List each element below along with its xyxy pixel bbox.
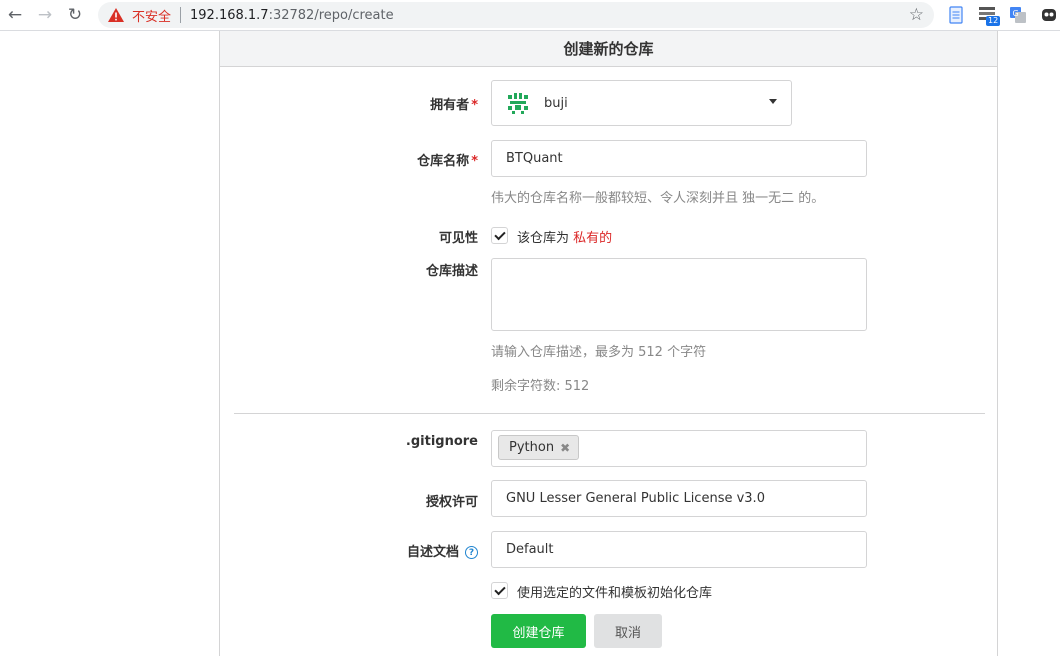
repo-name-input[interactable]: BTQuant [491, 140, 867, 177]
owner-name: buji [544, 95, 568, 111]
reload-icon[interactable]: ↻ [64, 4, 86, 26]
visibility-label: 可见性 [438, 231, 478, 246]
document-extension-icon[interactable] [947, 6, 965, 24]
svg-text:G: G [1013, 9, 1019, 18]
owner-label: 拥有者 * [220, 94, 478, 113]
address-bar[interactable]: 不安全 192.168.1.7:32782/repo/create ☆ [98, 2, 934, 28]
auto-init-label[interactable]: 使用选定的文件和模板初始化仓库 [517, 582, 712, 601]
cancel-button[interactable]: 取消 [594, 614, 662, 648]
license-label: 授权许可 [425, 495, 478, 510]
translate-extension-icon[interactable]: G [1009, 6, 1027, 24]
gitignore-select[interactable]: Python ✖ [491, 430, 867, 467]
divider [234, 413, 985, 414]
remaining-chars: 剩余字符数: 512 [491, 379, 590, 394]
forward-arrow-icon[interactable]: → [34, 4, 56, 26]
description-label: 仓库描述 [425, 264, 478, 279]
extension-badge-icon[interactable]: 12 [978, 6, 1001, 26]
create-repo-button[interactable]: 创建仓库 [491, 614, 586, 648]
license-select[interactable]: GNU Lesser General Public License v3.0 [491, 480, 867, 517]
create-repo-panel: 创建新的仓库 拥有者 * buji 仓库名称 * BTQuant 伟大的仓库名称一般… [219, 31, 998, 656]
private-checkbox-label[interactable]: 该仓库为 私有的 [517, 227, 612, 246]
bookmark-star-icon[interactable]: ☆ [909, 5, 924, 25]
gitignore-chip: Python ✖ [498, 435, 580, 460]
repo-name-help: 伟大的仓库名称一般都较短、令人深刻并且 独一无二 的。 [491, 191, 825, 206]
page-title: 创建新的仓库 [220, 31, 997, 67]
remove-chip-icon[interactable]: ✖ [560, 441, 570, 455]
extension-badge-count: 12 [986, 16, 1001, 26]
description-textarea[interactable] [491, 258, 867, 331]
back-arrow-icon[interactable]: ← [4, 4, 26, 26]
url-host: 192.168.1.7 [190, 7, 269, 23]
gitignore-chip-label: Python [509, 440, 555, 455]
visibility-text: 该仓库为 [517, 231, 574, 246]
check-icon [493, 228, 506, 240]
private-checkbox[interactable] [491, 227, 508, 244]
owner-label-text: 拥有者 [430, 98, 470, 113]
required-asterisk: * [471, 98, 478, 113]
readme-label: 自述文档? [220, 541, 478, 560]
separator [180, 7, 182, 23]
readme-select[interactable]: Default [491, 531, 867, 568]
private-text: 私有的 [573, 231, 613, 246]
browser-toolbar: ← → ↻ 不安全 192.168.1.7:32782/repo/create … [0, 0, 1060, 31]
check-icon [493, 583, 506, 595]
help-circle-icon[interactable]: ? [465, 546, 478, 559]
warning-triangle-icon [108, 8, 124, 22]
repo-name-label: 仓库名称 * [220, 150, 478, 169]
avatar [506, 91, 530, 115]
owner-dropdown[interactable]: buji [491, 80, 792, 126]
gitignore-label: .gitignore [405, 434, 478, 449]
security-warning[interactable]: 不安全 [132, 6, 171, 25]
auto-init-checkbox[interactable] [491, 582, 508, 599]
description-help: 请输入仓库描述，最多为 512 个字符 [491, 345, 707, 360]
required-asterisk: * [471, 154, 478, 169]
readme-label-text: 自述文档 [406, 545, 459, 560]
mask-extension-icon[interactable] [1040, 6, 1058, 24]
repo-name-label-text: 仓库名称 [417, 154, 470, 169]
url-path: :32782/repo/create [268, 7, 394, 23]
chevron-down-icon [769, 99, 777, 104]
